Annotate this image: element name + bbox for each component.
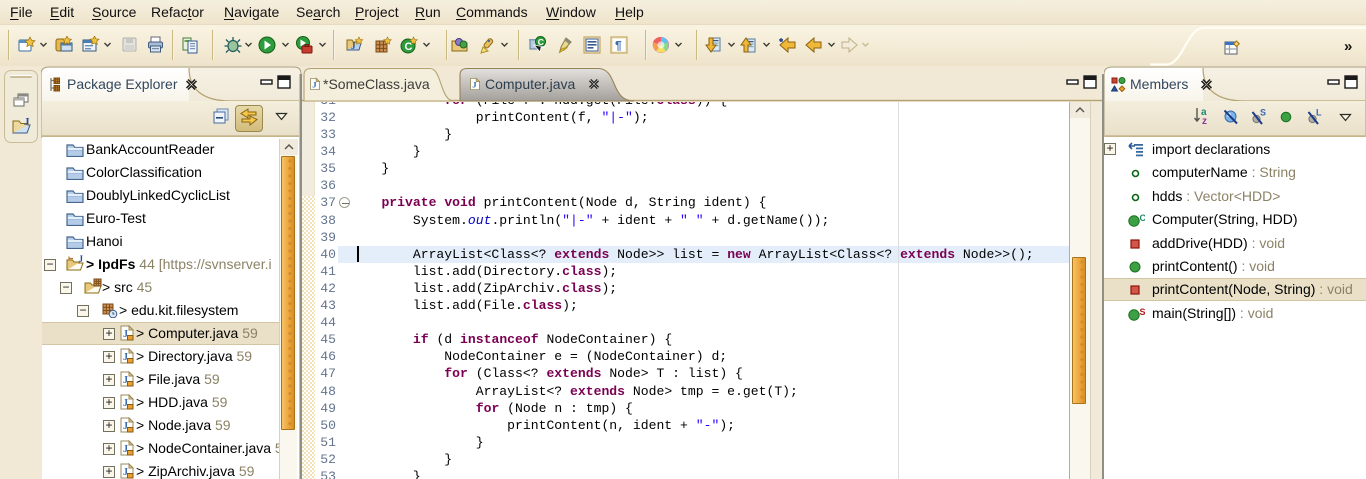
svg-text:z: z [1202,116,1207,126]
svg-text:C: C [538,37,544,47]
svg-text:J: J [312,80,317,90]
svg-text:J: J [79,255,84,264]
svg-text:J: J [24,116,30,128]
svg-text:¶: ¶ [615,39,622,53]
svg-text:S: S [1140,308,1146,317]
svg-text:J: J [472,80,477,90]
svg-text:J: J [351,41,356,51]
svg-text:C: C [1140,214,1146,223]
svg-text:S: S [1260,108,1266,118]
svg-text:L: L [1316,108,1322,118]
